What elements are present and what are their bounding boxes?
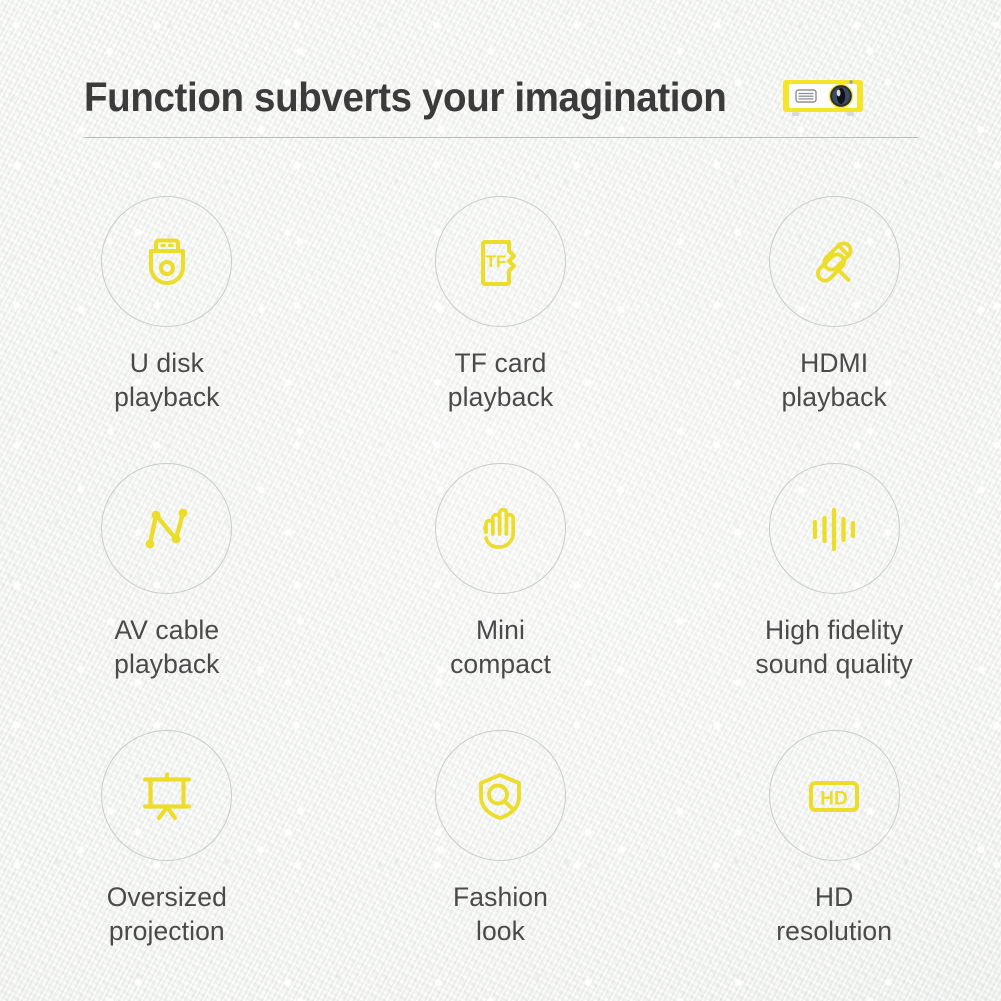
feature-item-tf-card-playback[interactable]: TF TF card playback: [334, 196, 668, 463]
feature-item-sound-quality[interactable]: High fidelity sound quality: [667, 463, 1001, 730]
icon-circle: [101, 196, 233, 327]
feature-label: AV cable playback: [114, 615, 220, 680]
feature-label: High fidelity sound quality: [755, 615, 913, 680]
hd-badge-icon: HD: [809, 780, 860, 812]
feature-item-hdmi-playback[interactable]: HDMI playback: [667, 196, 1001, 463]
feature-item-oversized-projection[interactable]: Oversized projection: [0, 730, 334, 997]
feature-showcase-page: Function subverts your imagination U dis…: [0, 0, 1001, 1001]
feature-item-hd-resolution[interactable]: HD HD resolution: [667, 730, 1001, 997]
hd-badge-label: HD: [820, 788, 847, 809]
icon-circle: TF: [434, 196, 566, 327]
icon-circle: [768, 463, 900, 594]
open-hand-icon: [483, 507, 516, 549]
icon-circle: [434, 730, 566, 861]
feature-label: TF card playback: [447, 348, 554, 413]
icon-circle: [768, 196, 900, 327]
mini-projector-icon: [783, 80, 864, 116]
av-cable-icon: [145, 508, 188, 548]
shield-search-icon: [479, 772, 522, 820]
feature-label: Fashion look: [453, 882, 548, 947]
feature-label: HD resolution: [776, 882, 893, 947]
title-divider: [84, 137, 918, 138]
feature-label: Oversized projection: [106, 882, 227, 947]
feature-item-mini-compact[interactable]: Mini compact: [334, 463, 668, 730]
icon-circle: [434, 463, 566, 594]
projector-screen-icon: [142, 771, 191, 820]
feature-item-fashion-look[interactable]: Fashion look: [334, 730, 668, 997]
feature-label: Mini compact: [450, 615, 551, 680]
icon-circle: [101, 463, 233, 594]
usb-drive-icon: [148, 237, 185, 285]
page-header: Function subverts your imagination: [84, 68, 918, 140]
feature-item-u-disk-playback[interactable]: U disk playback: [0, 196, 334, 463]
tf-card-icon: TF: [481, 239, 517, 286]
tf-card-label: TF: [486, 252, 507, 271]
feature-item-av-cable-playback[interactable]: AV cable playback: [0, 463, 334, 730]
feature-grid: U disk playback TF TF card playback HDMI…: [0, 196, 1001, 997]
title-row: Function subverts your imagination: [84, 68, 918, 126]
icon-circle: HD: [768, 730, 900, 861]
hdmi-cable-icon: [816, 241, 853, 282]
feature-label: U disk playback: [114, 348, 220, 413]
feature-label: HDMI playback: [781, 348, 887, 413]
sound-wave-icon: [813, 507, 856, 551]
page-title: Function subverts your imagination: [84, 73, 727, 120]
icon-circle: [101, 730, 233, 861]
